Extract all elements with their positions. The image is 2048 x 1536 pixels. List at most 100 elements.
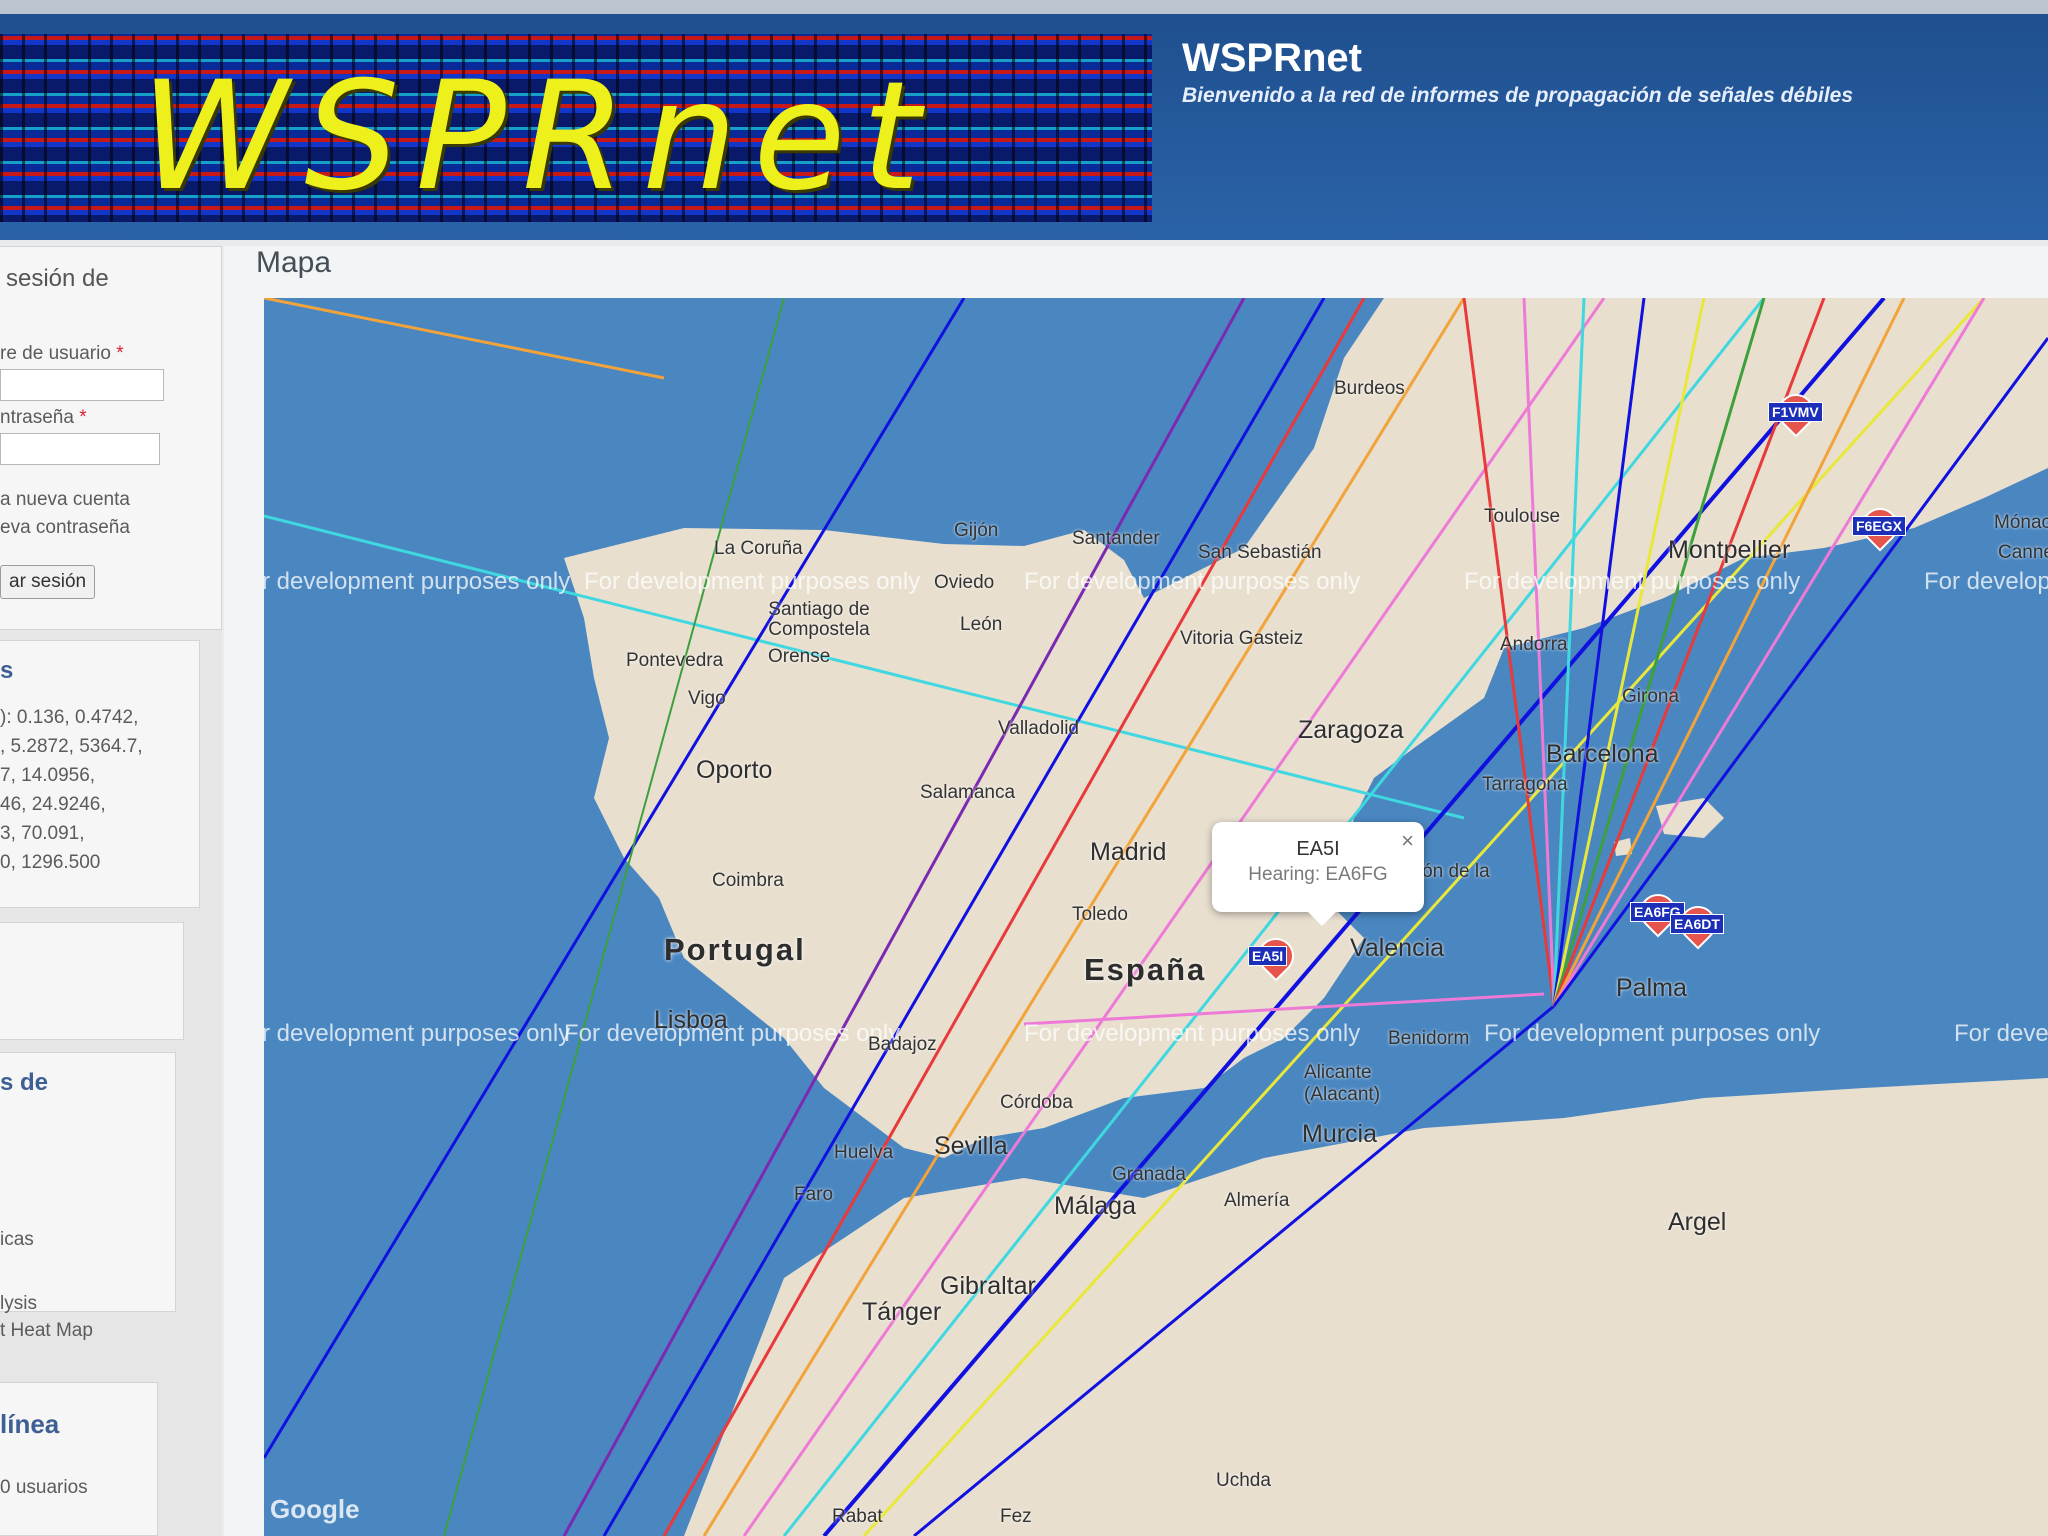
city-label: Barcelona <box>1546 740 1659 768</box>
city-label: Salamanca <box>920 782 1016 803</box>
new-account-link[interactable]: a nueva cuenta <box>0 489 130 511</box>
watermark: For development purposes only <box>1924 568 2048 595</box>
main-content: Mapa For development purposes only For d… <box>224 246 2048 1536</box>
city-label: Tánger <box>862 1298 942 1326</box>
empty-block <box>0 922 184 1040</box>
city-label: San Sebastián <box>1198 542 1322 563</box>
city-label: Girona <box>1622 686 1680 707</box>
username-input[interactable] <box>0 369 164 401</box>
city-label: Benidorm <box>1388 1028 1470 1049</box>
site-subtitle: Bienvenido a la red de informes de propa… <box>1182 84 1854 107</box>
watermark: For development purposes only <box>564 1020 901 1047</box>
propagation-map[interactable]: For development purposes only For develo… <box>264 298 2048 1536</box>
watermark: For development purposes only <box>1464 568 1801 595</box>
city-label: Murcia <box>1302 1120 1378 1148</box>
city-label: Uchda <box>1216 1470 1271 1491</box>
close-icon[interactable]: × <box>1401 828 1414 854</box>
popup-body: Hearing: EA6FG <box>1248 864 1388 885</box>
site-header: WSPRnet WSPRnet Bienvenido a la red de i… <box>0 0 2048 240</box>
country-label: España <box>1084 952 1207 987</box>
popup-title: EA5I <box>1296 838 1340 860</box>
city-label: Rabat <box>832 1506 883 1527</box>
links-heading: s de <box>0 1069 49 1096</box>
city-label: Valencia <box>1350 934 1445 962</box>
station-callsign: EA5I <box>1248 946 1288 966</box>
bands-line: 7, 14.0956, <box>0 765 96 786</box>
site-title: WSPRnet <box>1182 36 1362 80</box>
city-label: Palma <box>1616 974 1687 1002</box>
city-label: Lisboa <box>654 1006 728 1034</box>
city-label: Santander <box>1072 528 1160 549</box>
city-label: Tarragona <box>1482 774 1568 795</box>
username-label: re de usuario * <box>0 343 124 364</box>
country-label: Portugal <box>664 932 806 967</box>
bands-line: ): 0.136, 0.4742, <box>0 707 139 728</box>
station-marker[interactable]: F1VMV <box>1768 386 1823 446</box>
station-callsign: EA6DT <box>1670 914 1724 934</box>
bands-heading: s <box>0 657 14 684</box>
password-label: ntraseña * <box>0 407 87 428</box>
city-label: Argel <box>1668 1208 1727 1236</box>
map-canvas <box>264 298 2048 1536</box>
login-block: sesión de re de usuario * ntraseña * a n… <box>0 246 222 630</box>
city-label: Badajoz <box>868 1034 937 1055</box>
login-button[interactable]: ar sesión <box>0 565 96 599</box>
city-label: Andorra <box>1500 634 1568 655</box>
city-label: Vigo <box>688 688 726 709</box>
city-label: Pontevedra <box>626 650 724 671</box>
city-label: Burdeos <box>1334 378 1405 399</box>
links-item[interactable]: icas <box>0 1229 34 1251</box>
city-label: Coimbra <box>712 870 784 891</box>
online-block: línea 0 usuarios <box>0 1382 158 1536</box>
wsprnet-logo[interactable]: WSPRnet <box>0 34 1152 222</box>
city-label: Sevilla <box>934 1132 1008 1160</box>
bands-block: s ): 0.136, 0.4742, , 5.2872, 5364.7, 7,… <box>0 640 200 908</box>
city-label: Madrid <box>1090 838 1167 866</box>
login-heading: sesión de <box>6 265 109 292</box>
city-label: Orense <box>768 646 831 667</box>
city-label: Santiago de Compostela <box>768 599 870 640</box>
city-label: Gibraltar <box>940 1272 1036 1300</box>
city-label: Mónaco <box>1994 512 2048 533</box>
google-logo: Google <box>270 1494 360 1524</box>
heat-map-link[interactable]: t Heat Map <box>0 1320 93 1342</box>
watermark: For development purposes only <box>1484 1020 1821 1047</box>
watermark: For development purposes only <box>1024 1020 1361 1047</box>
watermark: For development purposes only <box>1954 1020 2048 1047</box>
city-label: Oviedo <box>934 572 995 593</box>
city-label: La Coruña <box>714 538 803 559</box>
watermark: For development purposes only <box>1024 568 1361 595</box>
bands-line: 0, 1296.500 <box>0 852 101 873</box>
new-password-link[interactable]: eva contraseña <box>0 517 130 539</box>
station-marker[interactable]: F6EGX <box>1852 500 1906 560</box>
city-label: Córdoba <box>1000 1092 1073 1113</box>
city-label: Alicante (Alacant) <box>1304 1062 1381 1105</box>
station-info-popup: EA5I Hearing: EA6FG × <box>1212 822 1424 926</box>
bands-line: 3, 70.091, <box>0 823 85 844</box>
station-marker[interactable]: EA6DT <box>1670 898 1724 958</box>
city-label: Zaragoza <box>1298 716 1404 744</box>
station-callsign: F1VMV <box>1768 402 1823 422</box>
station-callsign: F6EGX <box>1852 516 1906 536</box>
station-marker[interactable]: EA5I <box>1248 930 1302 990</box>
city-label: Huelva <box>834 1142 894 1163</box>
watermark: For development purposes only <box>264 1020 571 1047</box>
page-title: Mapa <box>256 246 332 279</box>
city-label: León <box>960 614 1003 635</box>
bands-line: 46, 24.9246, <box>0 794 106 815</box>
city-label: Faro <box>794 1184 834 1205</box>
links-item[interactable]: lysis <box>0 1293 37 1315</box>
city-label: Almería <box>1224 1190 1290 1211</box>
password-input[interactable] <box>0 433 160 465</box>
city-label: Toledo <box>1072 904 1128 925</box>
sidebar: sesión de re de usuario * ntraseña * a n… <box>0 246 222 1536</box>
logo-text: WSPRnet <box>140 50 937 222</box>
city-label: Málaga <box>1054 1192 1136 1220</box>
online-users: 0 usuarios <box>0 1477 88 1498</box>
city-label: Granada <box>1112 1164 1186 1185</box>
city-label: Cannes <box>1998 542 2048 563</box>
city-label: Oporto <box>696 756 773 784</box>
city-label: Vitoria Gasteiz <box>1180 628 1304 649</box>
city-label: Valladolid <box>998 718 1079 739</box>
bands-line: , 5.2872, 5364.7, <box>0 736 143 757</box>
